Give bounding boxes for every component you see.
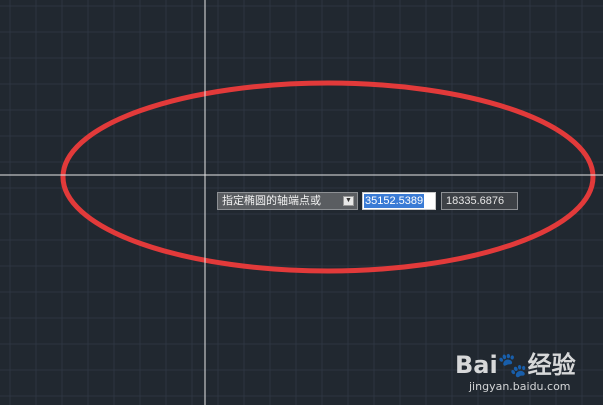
y-coordinate-field[interactable]: 18335.6876 [441,192,518,210]
x-coordinate-value: 35152.5389 [364,194,425,208]
watermark-logo: Bai🐾经验 [455,351,576,379]
y-coordinate-value: 18335.6876 [446,195,505,207]
baidu-jingyan-watermark: Bai🐾经验 jingyan.baidu.com [455,345,595,401]
ellipse-shape[interactable] [60,80,596,274]
prompt-label: 指定椭圆的轴端点或 [222,194,321,207]
dynamic-input-prompt: 指定椭圆的轴端点或 ▼ [217,192,358,210]
x-coordinate-field[interactable]: 35152.5389 [362,192,436,210]
down-arrow-icon[interactable]: ▼ [343,196,354,206]
watermark-url: jingyan.baidu.com [469,380,571,393]
drawing-canvas[interactable]: 指定椭圆的轴端点或 ▼ 35152.5389 18335.6876 Bai🐾经验… [0,0,603,405]
